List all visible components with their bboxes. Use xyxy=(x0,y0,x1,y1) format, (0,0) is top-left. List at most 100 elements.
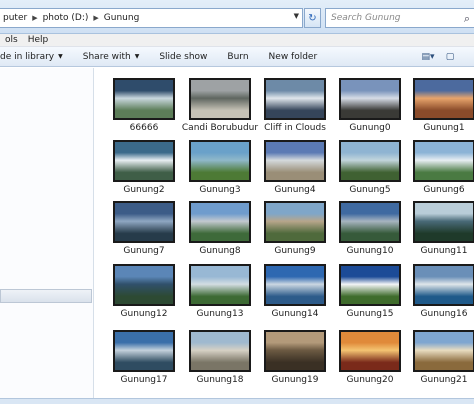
chevron-down-icon: ▼ xyxy=(134,53,140,60)
view-options-icon[interactable]: ▤▾ xyxy=(420,50,436,64)
thumbnail-image xyxy=(413,140,474,182)
thumbnail-image xyxy=(264,264,326,306)
address-history-chevron-down-icon[interactable]: ▼ xyxy=(294,12,299,20)
file-name-label: Cliff in Clouds xyxy=(264,123,326,133)
thumbnail-image xyxy=(413,330,474,372)
address-toolbar: puter ▶ photo (D:) ▶ Gunung ▼ ↻ Search G… xyxy=(0,0,474,34)
include-in-library-button[interactable]: de in library ▼ xyxy=(0,52,73,62)
file-item[interactable]: 66666 xyxy=(107,78,181,138)
thumbnail-image xyxy=(339,201,401,243)
file-name-label: Candi Borubudur xyxy=(181,123,259,133)
file-name-label: Gunung2 xyxy=(123,185,165,195)
file-name-label: Gunung16 xyxy=(420,309,468,319)
navigation-pane-scrollbar[interactable] xyxy=(0,289,92,303)
share-with-label: Share with xyxy=(82,51,131,62)
thumbnail-image xyxy=(339,140,401,182)
menu-tools[interactable]: ols xyxy=(0,35,23,45)
file-name-label: Gunung6 xyxy=(423,185,465,195)
burn-button[interactable]: Burn xyxy=(217,52,258,62)
include-in-library-label: de in library xyxy=(0,51,55,62)
thumbnail-image xyxy=(264,201,326,243)
thumbnail-image xyxy=(413,78,474,120)
file-name-label: Gunung7 xyxy=(123,246,165,256)
file-item[interactable]: Candi Borubudur xyxy=(182,78,258,138)
file-item[interactable]: Gunung19 xyxy=(258,330,332,390)
file-item[interactable]: Gunung10 xyxy=(333,201,407,261)
chevron-down-icon: ▼ xyxy=(58,53,63,60)
file-item[interactable]: Gunung12 xyxy=(107,264,181,324)
file-name-label: Gunung8 xyxy=(199,246,241,256)
file-name-label: Gunung17 xyxy=(120,375,168,385)
file-name-label: Gunung11 xyxy=(420,246,468,256)
share-with-button[interactable]: Share with ▼ xyxy=(73,52,150,62)
file-item[interactable]: Gunung20 xyxy=(333,330,407,390)
refresh-icon: ↻ xyxy=(308,12,317,24)
file-item[interactable]: Gunung4 xyxy=(258,140,332,200)
file-name-label: Gunung14 xyxy=(271,309,319,319)
search-icon[interactable]: ⌕ xyxy=(464,12,470,26)
file-item[interactable]: Gunung7 xyxy=(107,201,181,261)
slide-show-button[interactable]: Slide show xyxy=(149,52,217,62)
file-name-label: Gunung19 xyxy=(271,375,319,385)
file-item[interactable]: Gunung9 xyxy=(258,201,332,261)
breadcrumb-gunung[interactable]: Gunung xyxy=(101,13,143,23)
file-item[interactable]: Gunung18 xyxy=(183,330,257,390)
file-item[interactable]: Gunung21 xyxy=(407,330,474,390)
details-pane-edge xyxy=(0,398,474,404)
file-item[interactable]: Gunung5 xyxy=(333,140,407,200)
file-name-label: Gunung13 xyxy=(196,309,244,319)
thumbnail-image xyxy=(264,140,326,182)
file-item[interactable]: Gunung13 xyxy=(183,264,257,324)
file-item[interactable]: Gunung11 xyxy=(407,201,474,261)
breadcrumb-computer[interactable]: puter xyxy=(0,13,30,23)
file-list-view[interactable]: 66666 Candi Borubudur Cliff in Clouds Gunun… xyxy=(95,68,474,398)
thumbnail-image xyxy=(113,140,175,182)
thumbnail-image xyxy=(413,201,474,243)
file-item[interactable]: Gunung1 xyxy=(407,78,474,138)
thumbnail-image xyxy=(339,264,401,306)
thumbnail-image xyxy=(339,78,401,120)
file-item[interactable]: Gunung14 xyxy=(258,264,332,324)
file-name-label: Gunung21 xyxy=(420,375,468,385)
preview-pane-icon[interactable]: ▢ xyxy=(442,50,458,64)
thumbnail-image xyxy=(113,330,175,372)
thumbnail-image xyxy=(339,330,401,372)
thumbnail-image xyxy=(189,78,251,120)
breadcrumb-photo-drive[interactable]: photo (D:) xyxy=(40,13,92,23)
file-name-label: Gunung4 xyxy=(274,185,316,195)
file-item[interactable]: Gunung16 xyxy=(407,264,474,324)
file-name-label: 66666 xyxy=(129,123,159,133)
breadcrumb-separator-icon[interactable]: ▶ xyxy=(91,14,100,22)
menu-help[interactable]: Help xyxy=(23,35,54,45)
file-item[interactable]: Gunung8 xyxy=(183,201,257,261)
new-folder-button[interactable]: New folder xyxy=(259,52,328,62)
search-placeholder: Search Gunung xyxy=(331,13,401,23)
file-item[interactable]: Gunung6 xyxy=(407,140,474,200)
thumbnail-image xyxy=(413,264,474,306)
file-item[interactable]: Gunung15 xyxy=(333,264,407,324)
file-item[interactable]: Gunung0 xyxy=(333,78,407,138)
thumbnail-image xyxy=(189,264,251,306)
search-input[interactable]: Search Gunung ⌕ xyxy=(325,8,474,28)
thumbnail-image xyxy=(264,78,326,120)
file-name-label: Gunung12 xyxy=(120,309,168,319)
address-bar[interactable]: puter ▶ photo (D:) ▶ Gunung ▼ xyxy=(0,8,303,28)
navigation-pane[interactable] xyxy=(0,68,94,404)
thumbnail-image xyxy=(264,330,326,372)
file-name-label: Gunung18 xyxy=(196,375,244,385)
thumbnail-image xyxy=(189,201,251,243)
file-item[interactable]: Gunung2 xyxy=(107,140,181,200)
file-item[interactable]: Gunung17 xyxy=(107,330,181,390)
thumbnail-image xyxy=(113,78,175,120)
thumbnail-image xyxy=(189,140,251,182)
file-name-label: Gunung3 xyxy=(199,185,241,195)
file-item[interactable]: Cliff in Clouds xyxy=(258,78,332,138)
help-icon[interactable] xyxy=(464,50,474,64)
refresh-button[interactable]: ↻ xyxy=(304,8,321,28)
file-item[interactable]: Gunung3 xyxy=(183,140,257,200)
thumbnail-image xyxy=(189,330,251,372)
command-bar-right: ▤▾ ▢ xyxy=(414,47,474,67)
command-bar: de in library ▼ Share with ▼ Slide show … xyxy=(0,47,474,67)
thumbnail-image xyxy=(113,201,175,243)
breadcrumb-separator-icon[interactable]: ▶ xyxy=(30,14,39,22)
